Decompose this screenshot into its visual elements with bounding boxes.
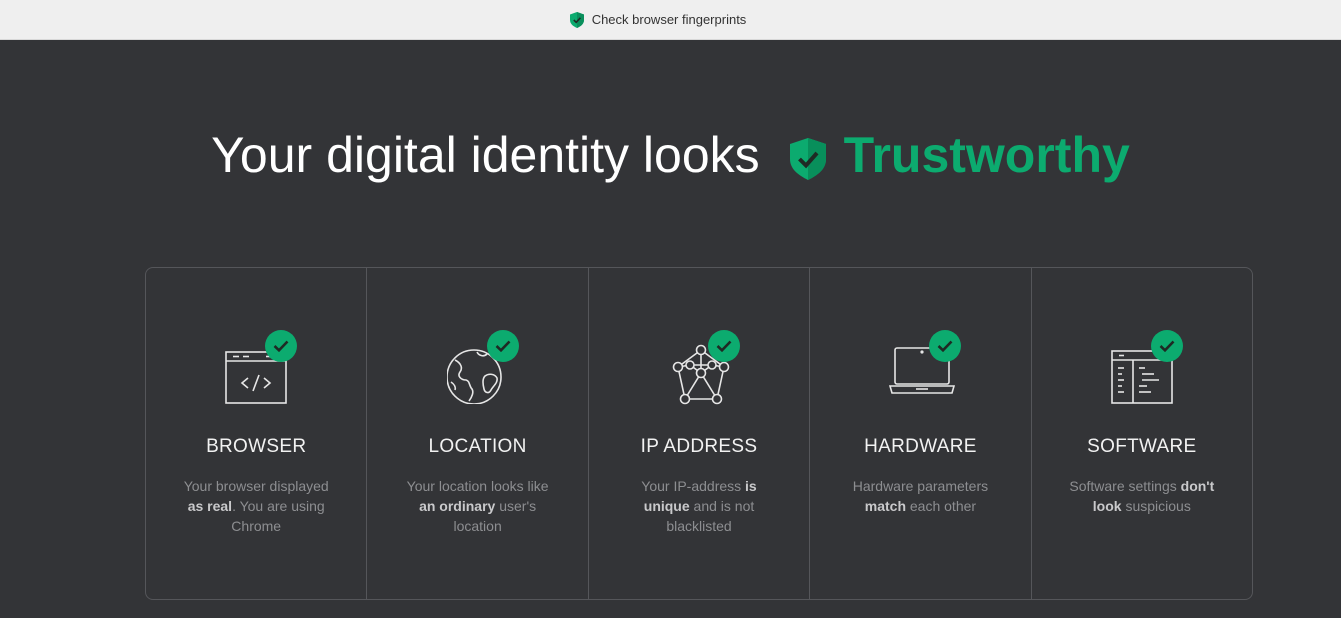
desc-text: Hardware parameters bbox=[852, 478, 989, 494]
desc-emphasis: match bbox=[864, 498, 906, 514]
check-icon bbox=[273, 340, 289, 352]
card-hardware[interactable]: HARDWARE Hardware parameters match each … bbox=[810, 268, 1032, 599]
top-bar: Check browser fingerprints bbox=[0, 0, 1341, 40]
desc-text: each other bbox=[906, 498, 977, 514]
page-headline: Your digital identity looks Trustworthy bbox=[0, 120, 1341, 190]
page-tab-title: Check browser fingerprints bbox=[591, 12, 747, 27]
card-title: LOCATION bbox=[428, 436, 527, 457]
card-description: Hardware parameters match each other bbox=[840, 476, 1000, 516]
desc-text: Your IP-address bbox=[641, 478, 746, 494]
card-icon-wrap bbox=[875, 330, 965, 414]
top-bar-title-group[interactable]: Check browser fingerprints bbox=[569, 11, 747, 28]
check-badge bbox=[708, 330, 741, 362]
card-title: IP ADDRESS bbox=[640, 436, 758, 457]
card-software[interactable]: SOFTWARE Software settings don't look su… bbox=[1032, 268, 1252, 599]
shield-check-icon bbox=[569, 11, 584, 28]
card-ip-address[interactable]: IP ADDRESS Your IP-address is unique and… bbox=[589, 268, 811, 599]
check-badge bbox=[486, 330, 519, 362]
card-description: Your browser displayed as real. You are … bbox=[176, 476, 336, 536]
card-description: Your IP-address is unique and is not bla… bbox=[619, 476, 779, 536]
card-icon-wrap bbox=[1097, 330, 1187, 414]
card-icon-wrap bbox=[654, 330, 744, 414]
desc-emphasis: an ordinary bbox=[419, 498, 496, 514]
desc-emphasis: as real bbox=[187, 498, 233, 514]
card-browser[interactable]: BROWSER Your browser displayed as real. … bbox=[146, 268, 368, 599]
check-icon bbox=[495, 340, 511, 352]
card-title: SOFTWARE bbox=[1087, 436, 1197, 457]
desc-text: . You are using Chrome bbox=[231, 498, 325, 534]
card-title: BROWSER bbox=[206, 436, 307, 457]
desc-text: Your browser displayed bbox=[183, 478, 329, 494]
card-icon-wrap bbox=[211, 330, 301, 414]
headline-status: Trustworthy bbox=[843, 127, 1130, 183]
card-title: HARDWARE bbox=[864, 436, 977, 457]
fingerprint-panel: BROWSER Your browser displayed as real. … bbox=[145, 267, 1253, 600]
check-badge bbox=[265, 330, 298, 362]
desc-text: Your location looks like bbox=[406, 478, 549, 494]
check-icon bbox=[716, 340, 732, 352]
desc-text: suspicious bbox=[1121, 498, 1191, 514]
shield-check-icon bbox=[789, 134, 826, 180]
desc-text: Software settings bbox=[1069, 478, 1181, 494]
card-description: Your location looks like an ordinary use… bbox=[398, 476, 558, 536]
card-description: Software settings don't look suspicious bbox=[1062, 476, 1222, 516]
check-icon bbox=[938, 340, 953, 352]
card-icon-wrap bbox=[433, 330, 523, 414]
check-badge bbox=[929, 330, 962, 362]
check-badge bbox=[1150, 330, 1183, 362]
card-location[interactable]: LOCATION Your location looks like an ord… bbox=[367, 268, 589, 599]
headline-text: Your digital identity looks bbox=[211, 127, 760, 183]
check-icon bbox=[1159, 340, 1175, 352]
